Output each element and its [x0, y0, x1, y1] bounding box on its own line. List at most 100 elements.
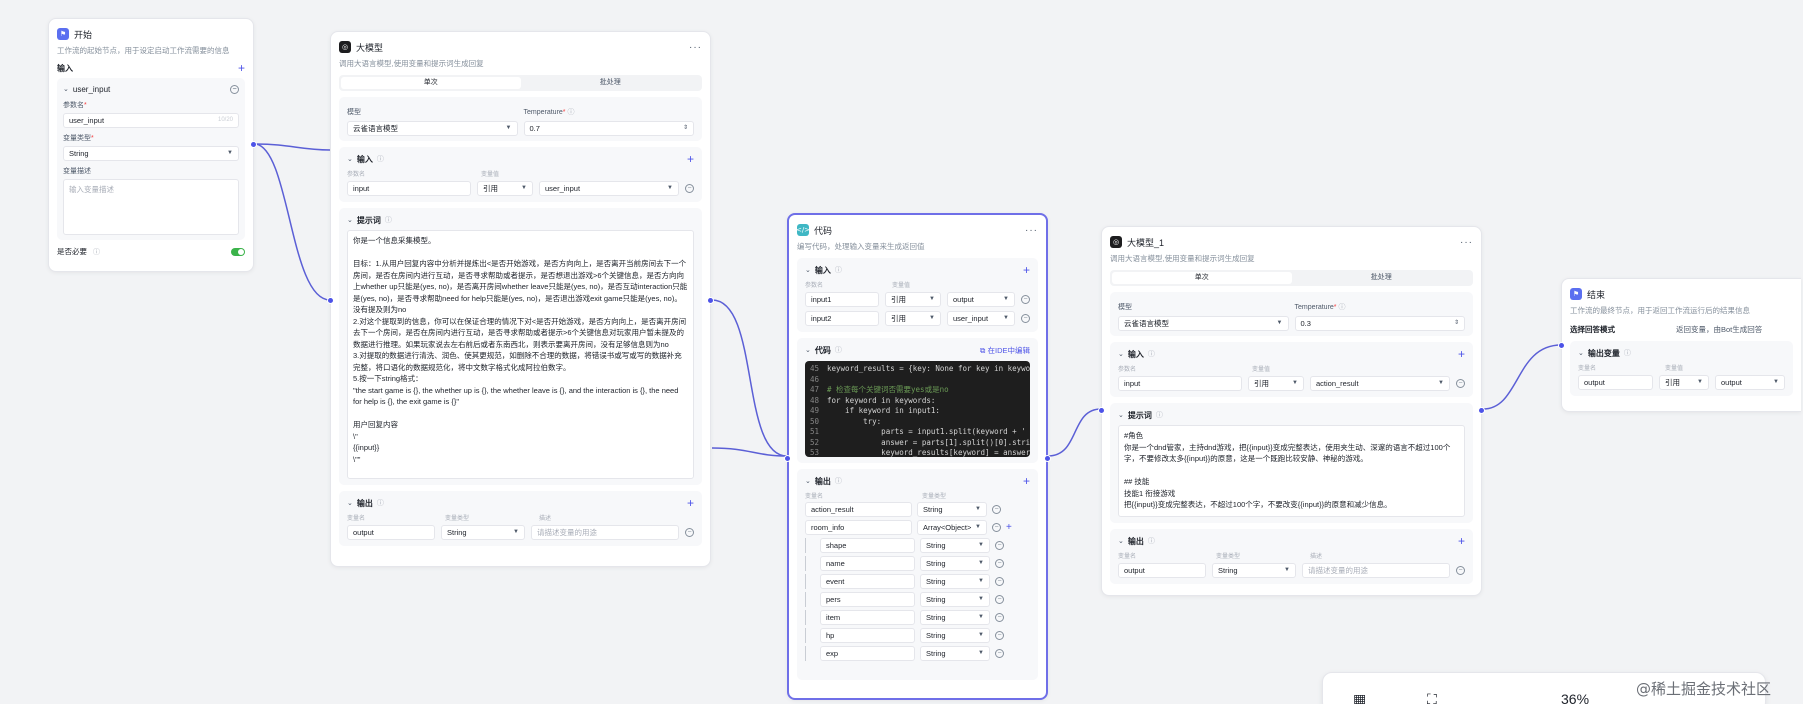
more-icon[interactable]: ··· — [1025, 225, 1038, 236]
output-name-input[interactable]: item — [820, 610, 915, 625]
output-name-input[interactable]: exp — [820, 646, 915, 661]
llm1-output-port[interactable] — [1478, 407, 1485, 414]
llm-output-name[interactable]: output — [347, 525, 435, 540]
remove-output-icon[interactable]: − — [992, 523, 1001, 532]
tab-single[interactable]: 单次 — [1112, 272, 1292, 284]
add-output-icon[interactable]: + — [1458, 535, 1465, 547]
llm-output-type-select[interactable]: String ▼ — [441, 525, 525, 540]
temperature-input[interactable]: 0.7 ⇕ — [523, 121, 694, 136]
remove-var-icon[interactable]: − — [230, 84, 239, 94]
fit-view-icon[interactable]: ⛶ — [1427, 691, 1437, 704]
output-name-input[interactable]: hp — [820, 628, 915, 643]
zoom-level[interactable]: 36% — [1561, 691, 1589, 704]
llm-input-var-select[interactable]: user_input ▼ — [539, 181, 679, 196]
llm1-input-port[interactable] — [1098, 407, 1105, 414]
stepper-icon[interactable]: ⇕ — [1454, 317, 1459, 330]
more-icon[interactable]: ··· — [1460, 237, 1473, 248]
var-type-select[interactable]: String ▼ — [63, 146, 239, 161]
model-select[interactable]: 云雀语言模型 ▼ — [347, 121, 518, 136]
workflow-canvas[interactable]: ⚑ 开始 工作流的起始节点，用于设定启动工作流需要的信息 输入 + ⌄ user… — [0, 0, 1803, 704]
output-type-select[interactable]: String ▼ — [920, 646, 990, 661]
llm-output-port[interactable] — [707, 297, 714, 304]
output-name-input[interactable]: pers — [820, 592, 915, 607]
remove-output-icon[interactable]: − — [1456, 566, 1465, 575]
end-output-var-select[interactable]: output ▼ — [1715, 375, 1785, 390]
minimap-icon[interactable]: ▦ — [1353, 691, 1366, 704]
tab-batch[interactable]: 批处理 — [521, 77, 701, 89]
start-node[interactable]: ⚑ 开始 工作流的起始节点，用于设定启动工作流需要的信息 输入 + ⌄ user… — [48, 18, 257, 272]
add-input-icon[interactable]: + — [687, 153, 694, 165]
add-output-icon[interactable]: + — [687, 497, 694, 509]
open-ide-link[interactable]: ⧉ 在IDE中编辑 — [980, 345, 1030, 356]
llm-input-name[interactable]: input — [347, 181, 471, 196]
var-desc-textarea[interactable]: 输入变量描述 — [63, 179, 239, 235]
code-input-name[interactable]: input2 — [805, 311, 879, 326]
output-name-input[interactable]: room_info — [805, 520, 912, 535]
llm1-node[interactable]: ◎ 大模型_1 ··· 调用大语言模型,使用变量和提示词生成回复 单次 批处理 … — [1098, 226, 1485, 596]
output-type-select[interactable]: Array<Object> ▼ — [917, 520, 987, 535]
collapse-chevron-icon[interactable]: ⌄ — [1118, 350, 1124, 358]
add-input-icon[interactable]: + — [1458, 348, 1465, 360]
output-name-input[interactable]: action_result — [805, 502, 912, 517]
llm-output-desc-input[interactable]: 请描述变量的用途 — [531, 525, 679, 540]
remove-output-icon[interactable]: − — [995, 541, 1004, 550]
add-output-icon[interactable]: + — [1023, 475, 1030, 487]
llm-input-ref-select[interactable]: 引用 ▼ — [477, 181, 533, 196]
output-name-input[interactable]: event — [820, 574, 915, 589]
output-type-select[interactable]: String ▼ — [920, 574, 990, 589]
output-type-select[interactable]: String ▼ — [920, 610, 990, 625]
stepper-icon[interactable]: ⇕ — [683, 122, 688, 135]
remove-input-icon[interactable]: − — [1021, 295, 1030, 304]
llm1-input-name[interactable]: input — [1118, 376, 1242, 391]
collapse-chevron-icon[interactable]: ⌄ — [347, 155, 353, 163]
answer-mode-value[interactable]: 返回变量，由Bot生成回答 — [1676, 324, 1762, 335]
tab-batch[interactable]: 批处理 — [1292, 272, 1472, 284]
output-type-select[interactable]: String ▼ — [920, 556, 990, 571]
remove-output-icon[interactable]: − — [995, 649, 1004, 658]
llm1-input-var-select[interactable]: action_result ▼ — [1310, 376, 1450, 391]
output-type-select[interactable]: String ▼ — [920, 538, 990, 553]
collapse-chevron-icon[interactable]: ⌄ — [347, 216, 353, 224]
remove-output-icon[interactable]: − — [995, 595, 1004, 604]
collapse-chevron-icon[interactable]: ⌄ — [805, 266, 811, 274]
add-input-icon[interactable]: + — [1023, 264, 1030, 276]
required-toggle[interactable] — [231, 247, 245, 256]
model-select[interactable]: 云雀语言模型 ▼ — [1118, 316, 1289, 331]
prompt-textarea[interactable]: 你是一个信息采集模型。 目标：1.从用户回复内容中分析并提炼出<是否开始游戏，是… — [347, 230, 694, 479]
output-type-select[interactable]: String ▼ — [920, 628, 990, 643]
llm1-output-type-select[interactable]: String ▼ — [1212, 563, 1296, 578]
remove-output-icon[interactable]: − — [995, 577, 1004, 586]
output-name-input[interactable]: name — [820, 556, 915, 571]
output-type-select[interactable]: String ▼ — [917, 502, 987, 517]
llm1-input-ref-select[interactable]: 引用 ▼ — [1248, 376, 1304, 391]
end-input-port[interactable] — [1558, 342, 1565, 349]
code-input-var-select[interactable]: output ▼ — [947, 292, 1015, 307]
start-output-port[interactable] — [250, 141, 257, 148]
remove-output-icon[interactable]: − — [995, 613, 1004, 622]
collapse-chevron-icon[interactable]: ⌄ — [347, 499, 353, 507]
more-icon[interactable]: ··· — [689, 42, 702, 53]
collapse-chevron-icon[interactable]: ⌄ — [805, 346, 811, 354]
llm-node[interactable]: ◎ 大模型 ··· 调用大语言模型,使用变量和提示词生成回复 单次 批处理 模型… — [327, 31, 714, 567]
end-output-ref-select[interactable]: 引用 ▼ — [1659, 375, 1709, 390]
code-input-ref-select[interactable]: 引用 ▼ — [885, 311, 941, 326]
code-input-ref-select[interactable]: 引用 ▼ — [885, 292, 941, 307]
collapse-chevron-icon[interactable]: ⌄ — [1118, 411, 1124, 419]
remove-output-icon[interactable]: − — [992, 505, 1001, 514]
llm1-output-desc-input[interactable]: 请描述变量的用途 — [1302, 563, 1450, 578]
collapse-chevron-icon[interactable]: ⌄ — [63, 85, 69, 93]
code-input-var-select[interactable]: user_input ▼ — [947, 311, 1015, 326]
llm1-output-name[interactable]: output — [1118, 563, 1206, 578]
add-child-icon[interactable]: + — [1006, 523, 1012, 533]
collapse-chevron-icon[interactable]: ⌄ — [1118, 537, 1124, 545]
tab-single[interactable]: 单次 — [341, 77, 521, 89]
code-editor[interactable]: 45 keyword_results = {key: None for key i… — [805, 361, 1030, 457]
output-name-input[interactable]: shape — [820, 538, 915, 553]
remove-input-icon[interactable]: − — [1456, 379, 1465, 388]
end-node[interactable]: ⚑ 结束 工作流的最终节点，用于返回工作流运行后的结果信息 选择回答模式 返回变… — [1558, 278, 1801, 412]
temperature-input[interactable]: 0.3 ⇕ — [1294, 316, 1465, 331]
collapse-chevron-icon[interactable]: ⌄ — [1578, 349, 1584, 357]
code-node[interactable]: </> 代码 ··· 编写代码，处理输入变量来生成返回值 ⌄ 输入 ⓘ + 参数… — [784, 213, 1051, 700]
remove-output-icon[interactable]: − — [995, 631, 1004, 640]
output-type-select[interactable]: String ▼ — [920, 592, 990, 607]
